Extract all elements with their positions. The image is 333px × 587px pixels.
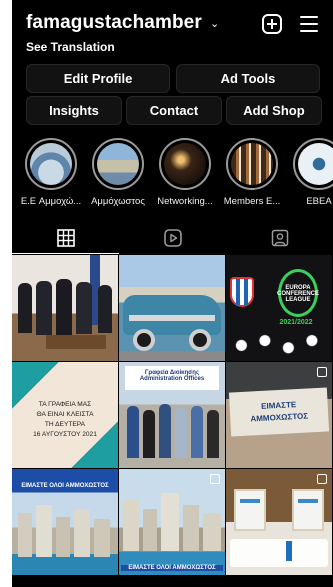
campaign-banner: ΕΙΜΑΣΤΕ ΟΛΟΙ ΑΜΜΟΧΩΣΤΟΣ (121, 565, 223, 571)
post-thumbnail[interactable] (226, 469, 332, 575)
hamburger-menu-icon[interactable] (300, 16, 318, 32)
highlight-item[interactable]: Networking... (156, 138, 214, 207)
edit-profile-button[interactable]: Edit Profile (26, 64, 170, 93)
post-thumbnail[interactable]: EUROPA CONFERENCE LEAGUE 2021/2022 (226, 255, 332, 361)
tab-posts-grid[interactable] (12, 222, 119, 254)
highlight-item[interactable]: Members E... (223, 138, 281, 207)
story-highlights-row: E.E Αμμοχώ... Αμμόχωστος Networking... M… (12, 138, 333, 208)
grid-icon (56, 228, 75, 247)
contact-button[interactable]: Contact (126, 96, 222, 125)
ad-tools-button[interactable]: Ad Tools (176, 64, 320, 93)
profile-header: famagustachamber ⌄ (12, 0, 333, 42)
highlight-label: EBEA (306, 196, 332, 207)
post-thumbnail[interactable]: ΕΙΜΑΣΤΕ ΑΜΜΟΧΩΣΤΟΣ (226, 362, 332, 468)
highlight-cover (226, 138, 278, 190)
plus-square-icon[interactable] (262, 14, 282, 34)
highlight-cover (92, 138, 144, 190)
see-translation-link[interactable]: See Translation (26, 40, 115, 54)
highlight-item[interactable]: EBEA (290, 138, 333, 207)
post-thumbnail[interactable] (12, 255, 118, 361)
post-thumbnail[interactable]: ΕΙΜΑΣΤΕ ΟΛΟΙ ΑΜΜΟΧΩΣΤΟΣ (12, 469, 118, 575)
reels-icon (163, 229, 182, 247)
post-thumbnail[interactable]: Γραφεία Διοίκησης Administration Offices (119, 362, 225, 468)
uecl-season: 2021/2022 (279, 319, 313, 326)
profile-content-tabs (12, 222, 333, 254)
highlight-item[interactable]: E.E Αμμοχώ... (21, 138, 81, 207)
protest-banner: ΕΙΜΑΣΤΕ ΑΜΜΟΧΩΣΤΟΣ (250, 400, 309, 424)
campaign-banner: ΕΙΜΑΣΤΕ ΟΛΟΙ ΑΜΜΟΧΩΣΤΟΣ (21, 483, 109, 489)
account-switch-chevron-icon[interactable]: ⌄ (210, 17, 219, 30)
insights-button[interactable]: Insights (26, 96, 122, 125)
instagram-profile-screen: famagustachamber ⌄ See Translation Edit … (12, 0, 333, 587)
multiple-photos-icon (210, 474, 220, 484)
office-sign: Γραφεία Διοίκησης Administration Offices (139, 370, 205, 382)
post-thumbnail[interactable]: ΕΙΜΑΣΤΕ ΟΛΟΙ ΑΜΜΟΧΩΣΤΟΣ (119, 469, 225, 575)
tab-reels[interactable] (119, 222, 226, 254)
post-thumbnail[interactable]: ΤΑ ΓΡΑΦΕΙΑ ΜΑΣ ΘΑ ΕΙΝΑΙ ΚΛΕΙΣΤΑ ΤΗ ΔΕΥΤΕ… (12, 362, 118, 468)
highlight-cover (25, 138, 77, 190)
highlight-item[interactable]: Αμμόχωστος (89, 138, 147, 207)
post-thumbnail[interactable] (119, 255, 225, 361)
multiple-photos-icon (317, 474, 327, 484)
tagged-icon (271, 229, 288, 247)
tab-tagged[interactable] (226, 222, 333, 254)
multiple-photos-icon (317, 367, 327, 377)
posts-grid: EUROPA CONFERENCE LEAGUE 2021/2022 ΤΑ ΓΡΑΦ… (12, 255, 333, 587)
account-username[interactable]: famagustachamber (26, 12, 202, 34)
highlight-cover (293, 138, 333, 190)
uecl-title: EUROPA CONFERENCE LEAGUE (276, 285, 319, 303)
office-closed-notice: ΤΑ ΓΡΑΦΕΙΑ ΜΑΣ ΘΑ ΕΙΝΑΙ ΚΛΕΙΣΤΑ ΤΗ ΔΕΥΤΕ… (33, 401, 97, 438)
add-shop-button[interactable]: Add Shop (226, 96, 322, 125)
highlight-cover (159, 138, 211, 190)
